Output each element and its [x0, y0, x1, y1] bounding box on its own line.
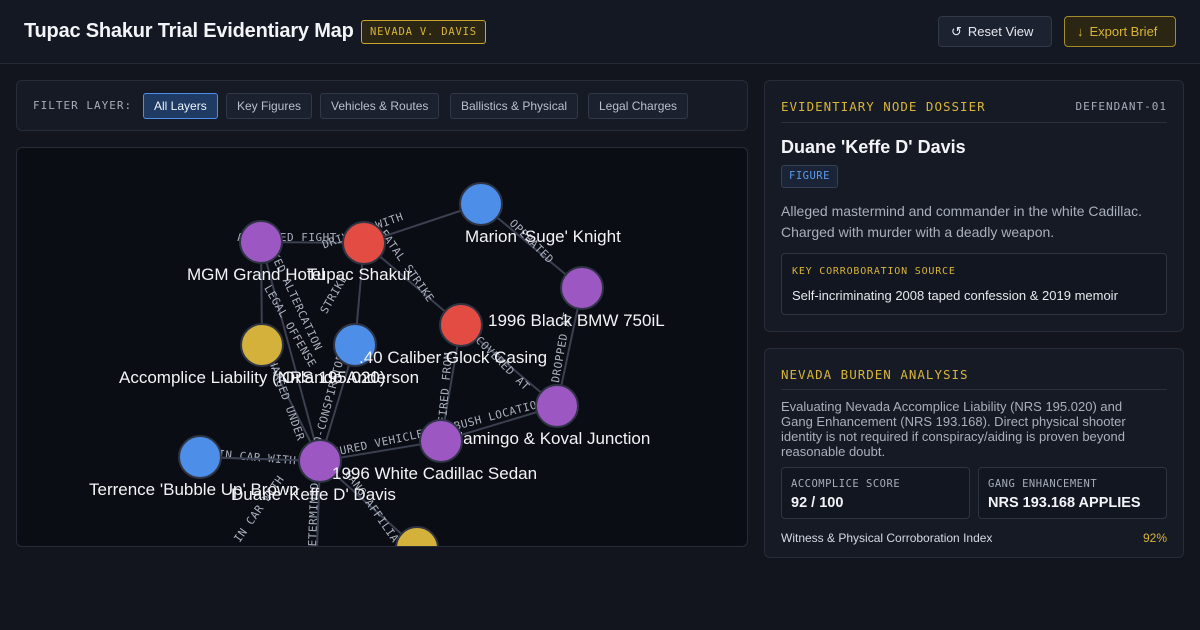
- graph-node-suge[interactable]: [459, 182, 503, 226]
- divider: [781, 389, 1167, 390]
- download-arrow-icon: ↓: [1077, 24, 1084, 39]
- dossier-name: Duane 'Keffe D' Davis: [781, 137, 966, 157]
- node-label-glock: .40 Caliber Glock Casing: [359, 348, 547, 367]
- metric-value: NRS 193.168 APPLIES: [988, 495, 1141, 511]
- dossier-panel: EVIDENTIARY NODE DOSSIER DEFENDANT-01 Du…: [764, 80, 1184, 332]
- burden-description: Evaluating Nevada Accomplice Liability (…: [781, 399, 1126, 459]
- evidence-graph-panel[interactable]: ATTENDED FIGHTDRIVING WITHOPERATEDFATAL …: [16, 147, 748, 547]
- node-label-suge: Marion 'Suge' Knight: [465, 227, 621, 246]
- node-label-keffe: Duane 'Keffe D' Davis: [231, 485, 396, 504]
- dossier-description: Alleged mastermind and commander in the …: [781, 203, 1143, 240]
- corroboration-index-value: 92%: [1142, 531, 1167, 545]
- source-label: KEY CORROBORATION SOURCE: [792, 266, 956, 277]
- graph-node-bubble[interactable]: [178, 435, 222, 479]
- metric-label: ACCOMPLICE SCORE: [791, 478, 901, 490]
- node-label-tupac: Tupac Shakur: [307, 265, 413, 284]
- filter-chip-ballistics-physical[interactable]: Ballistics & Physical: [450, 93, 579, 119]
- node-label-cadillac: 1996 White Cadillac Sedan: [332, 464, 537, 483]
- node-label-mgm: MGM Grand Hotel: [187, 265, 325, 284]
- page-title: Tupac Shakur Trial Evidentiary Map: [24, 20, 354, 42]
- corroboration-index-label: Witness & Physical Corroboration Index: [781, 531, 993, 545]
- export-brief-label: Export Brief: [1089, 24, 1158, 39]
- metric-label: GANG ENHANCEMENT: [988, 478, 1098, 490]
- evidence-graph[interactable]: ATTENDED FIGHTDRIVING WITHOPERATEDFATAL …: [17, 148, 748, 547]
- graph-node-bmw[interactable]: [439, 303, 483, 347]
- burden-panel: NEVADA BURDEN ANALYSIS Evaluating Nevada…: [764, 348, 1184, 558]
- dossier-heading: EVIDENTIARY NODE DOSSIER: [781, 99, 986, 114]
- node-label-bmw: 1996 Black BMW 750iL: [488, 311, 665, 330]
- filter-label: FILTER LAYER:: [33, 99, 133, 112]
- filter-bar: FILTER LAYER: All Layers Key Figures Veh…: [16, 80, 748, 131]
- graph-node-nrs[interactable]: [240, 323, 284, 367]
- graph-node-loc1[interactable]: [560, 266, 604, 310]
- export-brief-button[interactable]: ↓ Export Brief: [1064, 16, 1176, 47]
- graph-node-legal2[interactable]: [395, 526, 439, 547]
- filter-chip-all-layers[interactable]: All Layers: [143, 93, 218, 119]
- filter-chip-key-figures[interactable]: Key Figures: [226, 93, 313, 119]
- burden-heading: NEVADA BURDEN ANALYSIS: [781, 367, 969, 382]
- dossier-tag: DEFENDANT-01: [1075, 100, 1167, 113]
- reset-icon: ↺: [951, 24, 962, 39]
- node-label-koval: Flamingo & Koval Junction: [449, 429, 650, 448]
- graph-node-koval[interactable]: [535, 384, 579, 428]
- gang-enhancement-card: GANG ENHANCEMENT NRS 193.168 APPLIES: [978, 467, 1167, 519]
- filter-chip-legal-charges[interactable]: Legal Charges: [588, 93, 689, 119]
- corroboration-source-box: KEY CORROBORATION SOURCE Self-incriminat…: [781, 253, 1167, 315]
- divider: [781, 122, 1167, 123]
- node-type-badge: FIGURE: [781, 165, 838, 188]
- graph-node-loc2[interactable]: [419, 419, 463, 463]
- metric-value: 92 / 100: [791, 495, 844, 511]
- case-badge: NEVADA V. DAVIS: [361, 20, 486, 44]
- filter-chip-vehicles-routes[interactable]: Vehicles & Routes: [320, 93, 440, 119]
- graph-node-mgm[interactable]: [239, 220, 283, 264]
- reset-view-button[interactable]: ↺ Reset View: [938, 16, 1052, 47]
- app-header: Tupac Shakur Trial Evidentiary Map NEVAD…: [0, 0, 1200, 64]
- source-value: Self-incriminating 2008 taped confession…: [792, 288, 1118, 303]
- reset-view-label: Reset View: [967, 24, 1034, 39]
- node-label-anderson: Orlando Anderson: [282, 368, 419, 387]
- accomplice-score-card: ACCOMPLICE SCORE 92 / 100: [781, 467, 970, 519]
- graph-node-tupac[interactable]: [342, 221, 386, 265]
